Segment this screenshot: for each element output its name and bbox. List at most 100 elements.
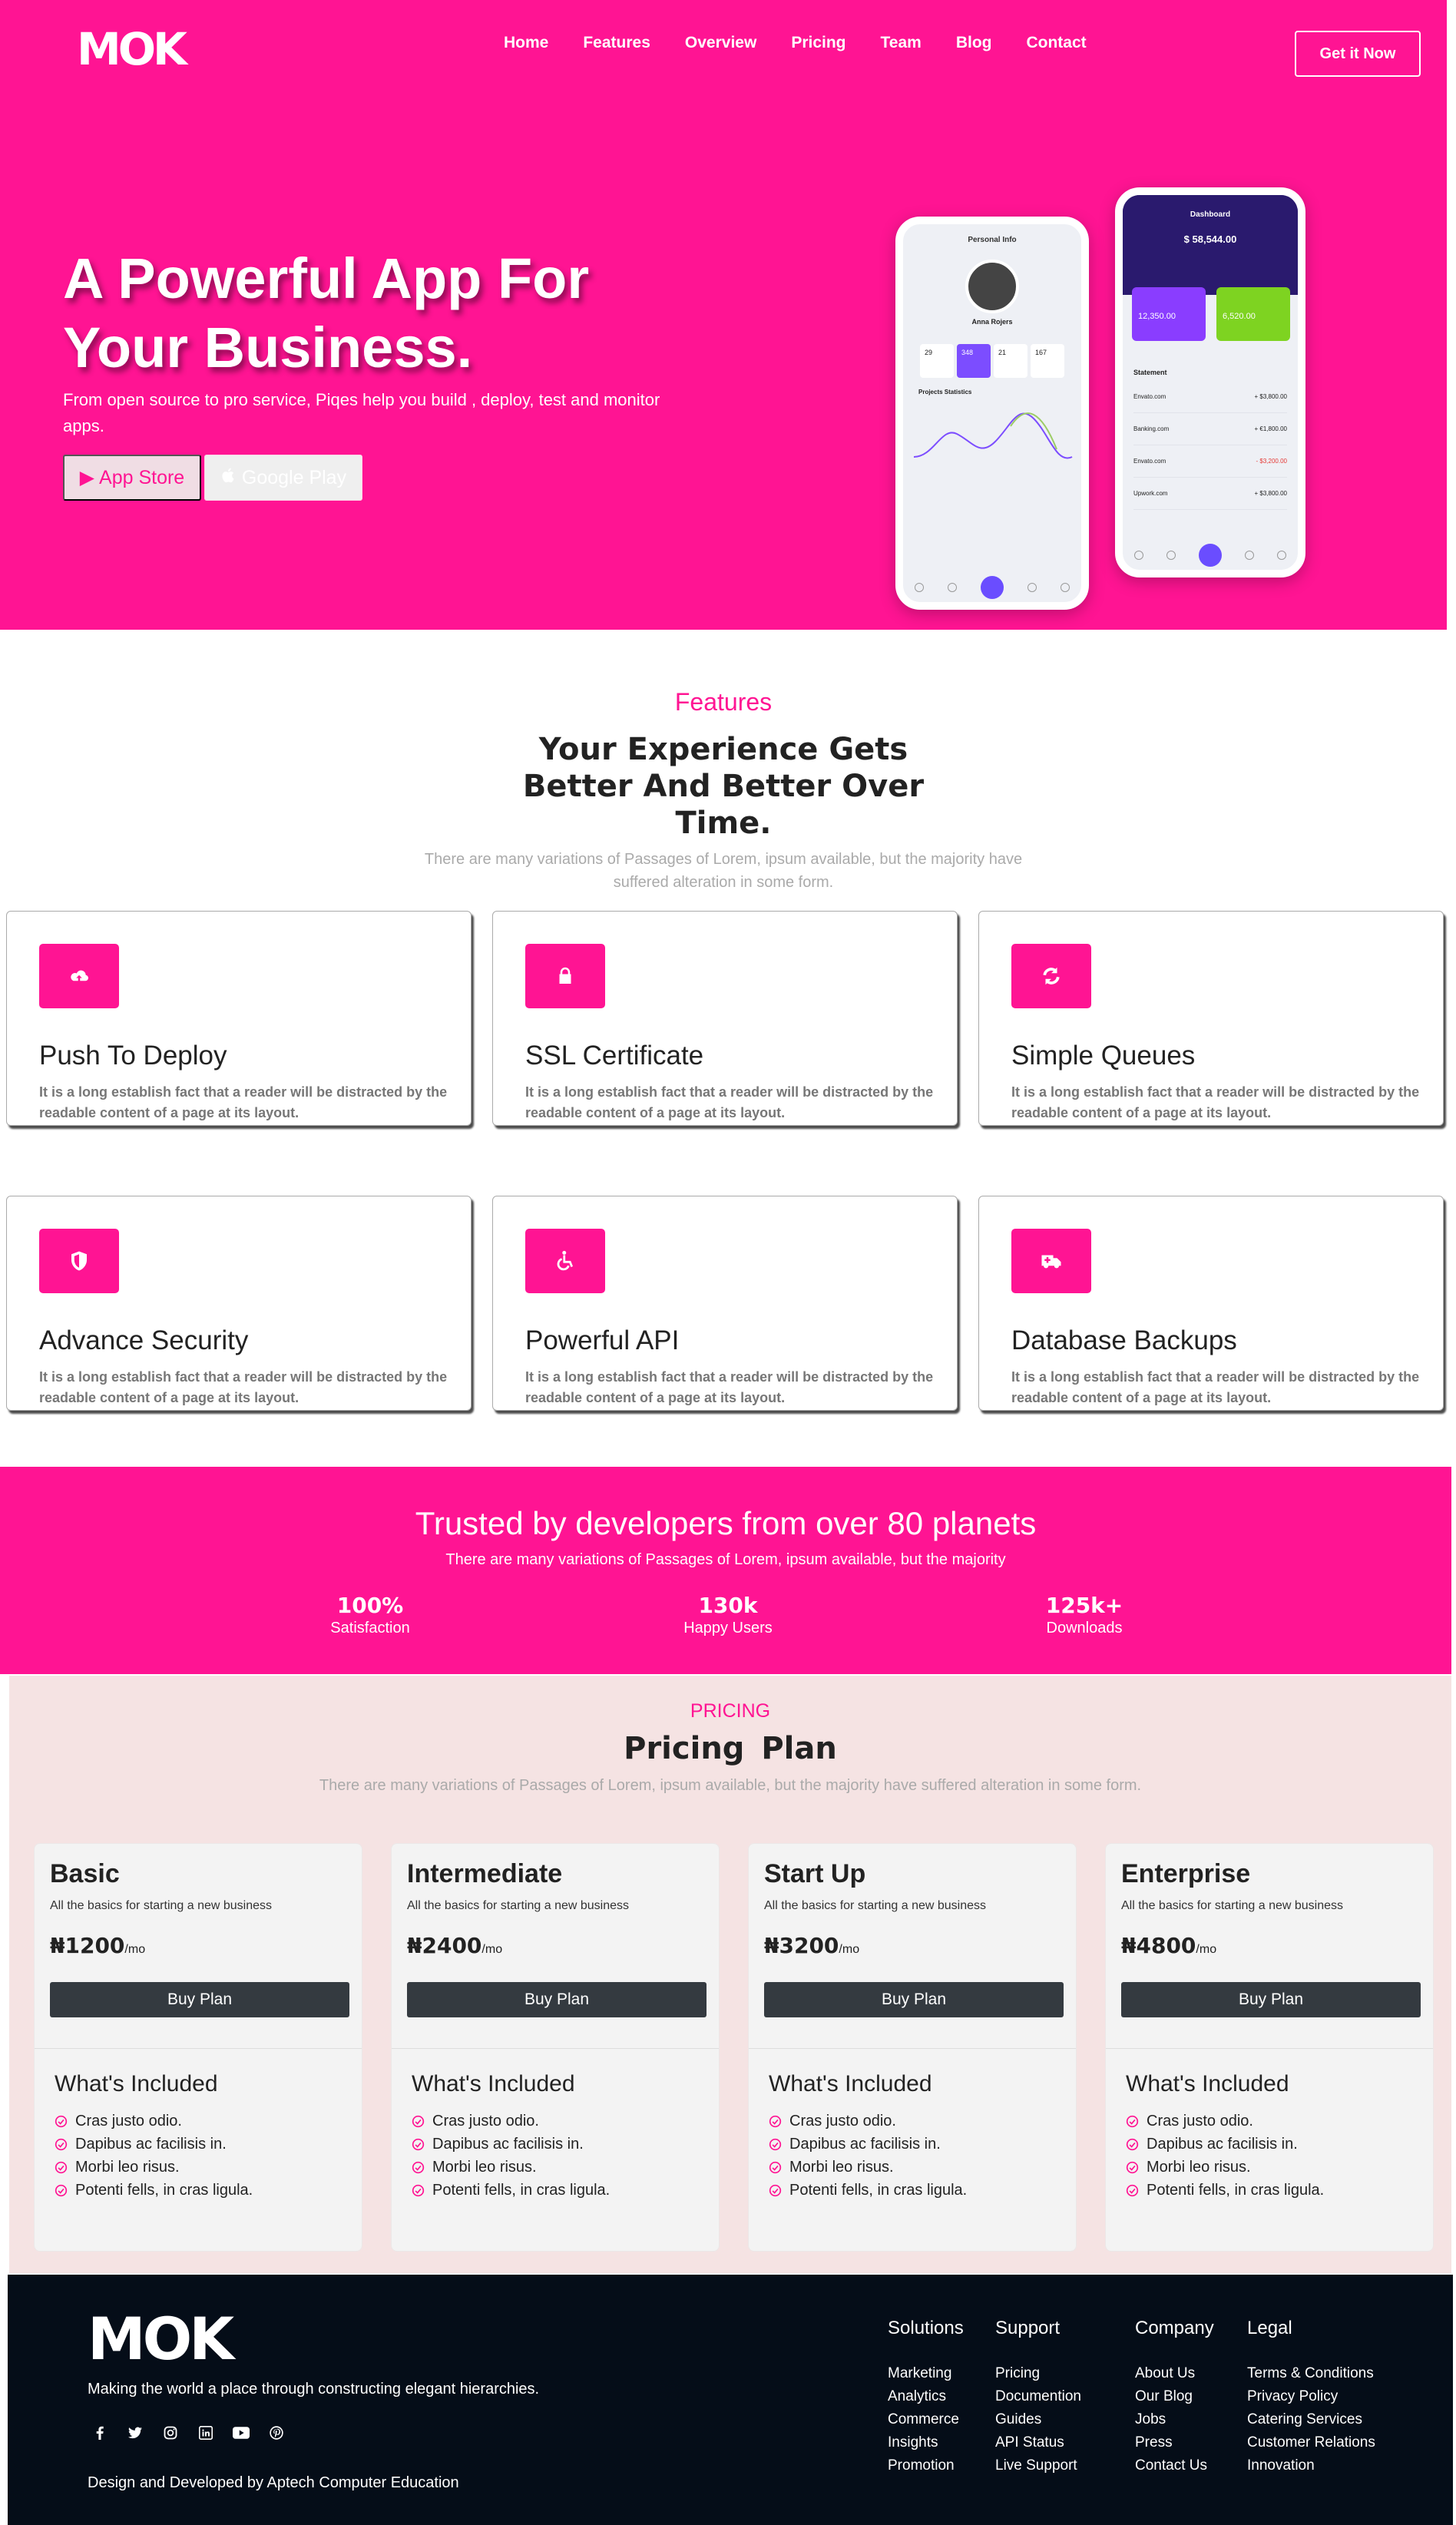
main-nav: Home Features Overview Pricing Team Blog… bbox=[504, 31, 1121, 55]
pricing-subtitle: There are many variations of Passages of… bbox=[319, 1777, 1142, 1794]
nav-pricing[interactable]: Pricing bbox=[791, 31, 845, 55]
footer-link[interactable]: Commerce bbox=[888, 2408, 964, 2431]
feature-text: It is a long establish fact that a reade… bbox=[39, 1084, 448, 1120]
included-item: Potenti fells, in cras ligula. bbox=[769, 2179, 967, 2202]
pricing-kicker: PRICING bbox=[690, 1700, 771, 1722]
get-it-now-button[interactable]: Get it Now bbox=[1295, 31, 1421, 77]
included-item: Cras justo odio. bbox=[55, 2110, 253, 2133]
features-kicker: Features bbox=[674, 688, 773, 716]
footer-column-title: Support bbox=[995, 2318, 1061, 2338]
youtube-icon[interactable] bbox=[232, 2424, 250, 2442]
plan-name: Enterprise bbox=[1121, 1859, 1251, 1888]
balance: $ 58,544.00 bbox=[1183, 233, 1237, 245]
included-item: Morbi leo risus. bbox=[55, 2156, 253, 2179]
phone-header: Dashboard bbox=[1123, 195, 1298, 233]
hero-subtitle: From open source to pro service, Piqes h… bbox=[63, 390, 660, 435]
included-item: Morbi leo risus. bbox=[769, 2156, 967, 2179]
footer-link[interactable]: Documention bbox=[995, 2385, 1081, 2408]
footer-link[interactable]: Marketing bbox=[888, 2362, 964, 2385]
brand-logo[interactable]: MOK bbox=[77, 27, 187, 71]
statement-row: Envato.com - $3,200.00 bbox=[1133, 445, 1287, 478]
footer-column-company: Company About Us Our Blog Jobs Press Contact … bbox=[1135, 2318, 1214, 2477]
check-circle-icon bbox=[1126, 2161, 1139, 2173]
footer-link[interactable]: Insights bbox=[888, 2431, 964, 2454]
pricing-title: Pricing Plan bbox=[624, 1731, 837, 1766]
plan-card-intermediate: Intermediate All the basics for starting… bbox=[391, 1843, 720, 2252]
footer-link[interactable]: Customer Relations bbox=[1247, 2431, 1375, 2454]
dashboard-header: Dashboard $ 58,544.00 bbox=[1123, 195, 1298, 295]
twitter-icon[interactable] bbox=[126, 2424, 144, 2442]
statistics-chart bbox=[913, 412, 1073, 459]
footer-link[interactable]: Analytics bbox=[888, 2385, 964, 2408]
footer-link[interactable]: Pricing bbox=[995, 2362, 1081, 2385]
footer-link[interactable]: Terms & Conditions bbox=[1247, 2362, 1375, 2385]
app-store-label: App Store bbox=[99, 466, 185, 488]
footer-link[interactable]: Promotion bbox=[888, 2454, 964, 2477]
feature-card: SSL Certificate It is a long establish f… bbox=[492, 911, 958, 1126]
check-circle-icon bbox=[412, 2138, 425, 2150]
nav-features[interactable]: Features bbox=[583, 31, 650, 55]
included-item: Dapibus ac facilisis in. bbox=[55, 2133, 253, 2156]
buy-plan-button[interactable]: Buy Plan bbox=[50, 1982, 349, 2017]
included-item: Potenti fells, in cras ligula. bbox=[1126, 2179, 1324, 2202]
stat-downloads: 125k+ Downloads bbox=[1045, 1593, 1123, 1636]
footer-link[interactable]: Catering Services bbox=[1247, 2408, 1375, 2431]
included-item: Potenti fells, in cras ligula. bbox=[412, 2179, 610, 2202]
nav-contact[interactable]: Contact bbox=[1026, 31, 1086, 55]
included-item: Dapibus ac facilisis in. bbox=[769, 2133, 967, 2156]
footer-link[interactable]: About Us bbox=[1135, 2362, 1214, 2385]
whats-included-title: What's Included bbox=[412, 2071, 575, 2096]
check-circle-icon bbox=[412, 2115, 425, 2127]
plan-price: ₦2400/mo bbox=[407, 1933, 503, 1958]
refresh-icon bbox=[1011, 944, 1091, 1008]
whats-included-title: What's Included bbox=[769, 2071, 932, 2096]
footer-link[interactable]: Our Blog bbox=[1135, 2385, 1214, 2408]
hero-title: A Powerful App For Your Business. bbox=[63, 247, 590, 379]
plan-description: All the basics for starting a new busine… bbox=[1121, 1899, 1344, 1912]
footer-column-title: Solutions bbox=[888, 2318, 964, 2338]
nav-team[interactable]: Team bbox=[881, 31, 922, 55]
plan-card-start-up: Start Up All the basics for starting a n… bbox=[748, 1843, 1077, 2252]
check-circle-icon bbox=[55, 2161, 68, 2173]
footer-link[interactable]: Guides bbox=[995, 2408, 1081, 2431]
feature-card: Advance Security It is a long establish … bbox=[6, 1196, 472, 1411]
divider bbox=[35, 2048, 362, 2049]
hero-section: MOK Home Features Overview Pricing Team … bbox=[0, 0, 1447, 630]
check-circle-icon bbox=[769, 2184, 782, 2196]
shield-icon bbox=[39, 1229, 119, 1293]
instagram-icon[interactable] bbox=[161, 2424, 180, 2442]
divider bbox=[1106, 2048, 1433, 2049]
feature-text: It is a long establish fact that a reade… bbox=[525, 1084, 934, 1120]
linkedin-icon[interactable] bbox=[197, 2424, 215, 2442]
chart-label: Projects Statistics bbox=[918, 389, 972, 395]
footer-link[interactable]: Innovation bbox=[1247, 2454, 1375, 2477]
google-play-button[interactable]: Google Play bbox=[204, 455, 362, 501]
footer-link[interactable]: Jobs bbox=[1135, 2408, 1214, 2431]
nav-home[interactable]: Home bbox=[504, 31, 548, 55]
app-store-button[interactable]: ▶ App Store bbox=[63, 455, 201, 501]
buy-plan-button[interactable]: Buy Plan bbox=[1121, 1982, 1421, 2017]
footer-logo[interactable]: MOK bbox=[88, 2308, 234, 2370]
phone-mockup-profile: Personal Info Anna Rojers 29 348 21 167 … bbox=[895, 217, 1089, 610]
plan-card-enterprise: Enterprise All the basics for starting a… bbox=[1105, 1843, 1434, 2252]
buy-plan-button[interactable]: Buy Plan bbox=[407, 1982, 706, 2017]
feature-card: Database Backups It is a long establish … bbox=[978, 1196, 1444, 1411]
footer-link[interactable]: Live Support bbox=[995, 2454, 1081, 2477]
phone-tab-bar bbox=[903, 576, 1081, 599]
included-list: Cras justo odio. Dapibus ac facilisis in.… bbox=[412, 2110, 610, 2202]
footer-link[interactable]: Contact Us bbox=[1135, 2454, 1214, 2477]
nav-blog[interactable]: Blog bbox=[956, 31, 992, 55]
feature-card: Simple Queues It is a long establish fac… bbox=[978, 911, 1444, 1126]
nav-overview[interactable]: Overview bbox=[685, 31, 756, 55]
facebook-icon[interactable] bbox=[91, 2424, 109, 2442]
footer-link[interactable]: Privacy Policy bbox=[1247, 2385, 1375, 2408]
footer-tagline: Making the world a place through constru… bbox=[88, 2381, 540, 2398]
trusted-section: Trusted by developers from over 80 plane… bbox=[0, 1467, 1451, 1674]
buy-plan-button[interactable]: Buy Plan bbox=[764, 1982, 1064, 2017]
feature-title: Advance Security bbox=[39, 1325, 249, 1355]
footer-link[interactable]: Press bbox=[1135, 2431, 1214, 2454]
pinterest-icon[interactable] bbox=[267, 2424, 286, 2442]
statement-label: Statement bbox=[1133, 369, 1167, 376]
footer-link[interactable]: API Status bbox=[995, 2431, 1081, 2454]
included-item: Dapibus ac facilisis in. bbox=[412, 2133, 610, 2156]
